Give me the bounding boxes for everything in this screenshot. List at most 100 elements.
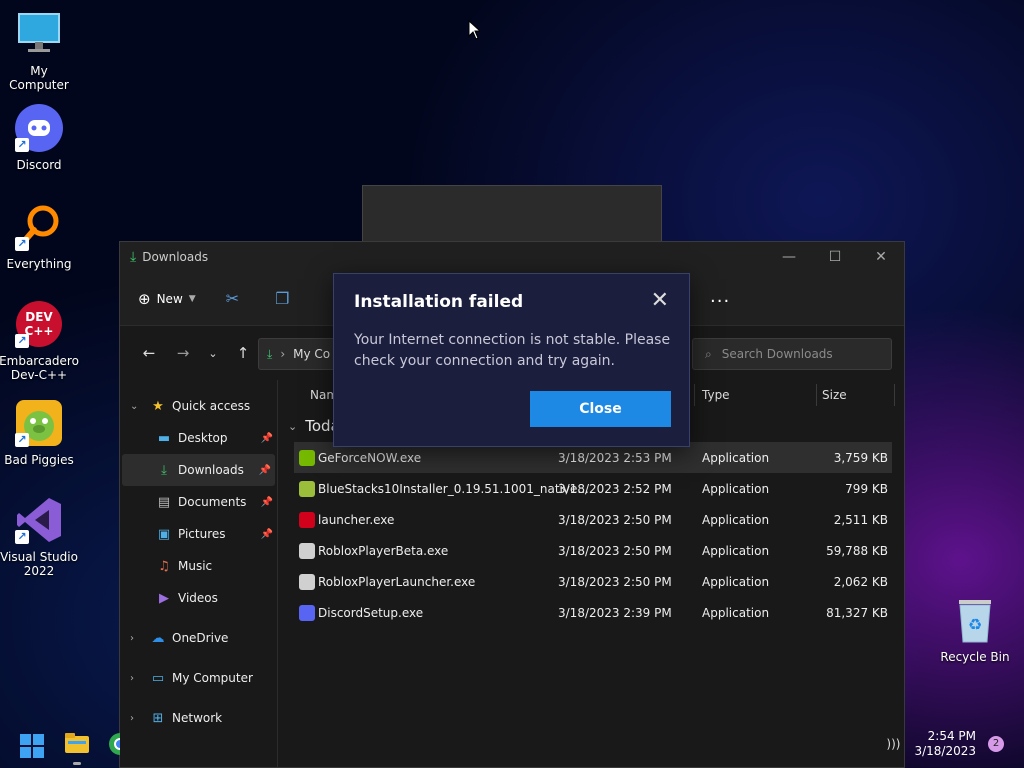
file-type: Application [702,605,770,620]
chevron-down-icon: ⌄ [288,419,298,433]
desktop-icon-everything[interactable]: ↗ Everything [0,203,79,271]
nav-item-quick-access[interactable]: ⌄ ★ Quick access [120,390,277,422]
file-row[interactable]: launcher.exe 3/18/2023 2:50 PM Application… [280,504,904,535]
file-date: 3/18/2023 2:52 PM [558,481,672,496]
search-placeholder: Search Downloads [721,347,833,361]
file-date: 3/18/2023 2:39 PM [558,605,672,620]
search-input[interactable]: ⌕ Search Downloads [692,338,892,370]
new-button-label: New [156,291,183,306]
devcpp-icon: DEV C++ ↗ [15,300,63,348]
back-arrow-icon[interactable]: ← [134,344,164,362]
close-icon[interactable]: ✕ [651,288,669,313]
title-bar[interactable]: ⤓ Downloads — ☐ ✕ [120,242,904,272]
recent-chevron-icon[interactable]: ⌄ [198,347,228,360]
shortcut-arrow-icon: ↗ [15,138,29,152]
nav-item-onedrive[interactable]: › ☁ OneDrive [120,622,277,654]
file-row[interactable]: RobloxPlayerLauncher.exe 3/18/2023 2:50 P… [280,566,904,597]
close-window-button[interactable]: ✕ [858,242,904,272]
nav-label: Videos [178,591,218,605]
desktop-icon-bad-piggies[interactable]: ↗ Bad Piggies [0,399,79,467]
file-size: 799 KB [845,481,888,496]
file-type: Application [702,450,770,465]
shortcut-arrow-icon: ↗ [15,530,29,544]
file-size: 59,788 KB [826,543,888,558]
chrome-icon[interactable] [108,732,120,756]
star-icon: ★ [152,398,164,414]
shortcut-arrow-icon: ↗ [15,334,29,348]
plus-circle-icon: ⊕ [138,289,151,308]
file-name: RobloxPlayerLauncher.exe [318,574,476,589]
file-explorer-taskbar-icon[interactable] [64,732,90,757]
svg-text:DEV: DEV [25,310,53,324]
desktop-icon-devcpp[interactable]: DEV C++ ↗ Embarcadero Dev-C++ [0,300,79,382]
more-options-icon[interactable]: ··· [710,291,730,312]
close-button[interactable]: Close [530,391,671,427]
music-icon: ♫ [158,558,170,574]
file-app-icon [299,605,315,621]
notification-badge[interactable]: 2 [988,736,1004,752]
video-icon: ▶ [159,590,169,606]
file-name: RobloxPlayerBeta.exe [318,543,449,558]
nav-item-downloads[interactable]: ⤓ Downloads 📌 [122,454,275,486]
desktop-folder-icon: ▬ [157,430,171,446]
clock[interactable]: 2:54 PM 3/18/2023 [914,729,976,759]
chevron-right-icon: › [130,672,134,684]
volume-icon[interactable]: ))) [886,737,900,751]
file-name: launcher.exe [318,512,395,527]
recycle-bin-icon: ♻ [951,596,999,644]
desktop-icon-recycle-bin[interactable]: ♻ Recycle Bin [935,596,1015,664]
desktop-icon-label: Discord [16,158,62,172]
file-app-icon [299,512,315,528]
magnifier-icon: ↗ [15,203,63,251]
nav-label: Desktop [178,431,228,445]
file-date: 3/18/2023 2:53 PM [558,450,672,465]
file-row[interactable]: DiscordSetup.exe 3/18/2023 2:39 PM Applica… [280,597,904,628]
nav-item-music[interactable]: ♫ Music [120,550,277,582]
minimize-button[interactable]: — [766,242,812,272]
column-size-header[interactable]: Size [822,388,847,402]
document-icon: ▤ [157,494,171,510]
nav-label: Pictures [178,527,226,541]
copy-icon[interactable]: ❐ [275,289,289,308]
forward-arrow-icon[interactable]: → [168,344,198,362]
chevron-down-icon: ▼ [188,293,196,304]
up-arrow-icon[interactable]: ↑ [228,344,258,362]
file-name: DiscordSetup.exe [318,605,424,620]
desktop-icon-label: Visual Studio 2022 [0,550,78,578]
file-row[interactable]: RobloxPlayerBeta.exe 3/18/2023 2:50 PM App… [280,535,904,566]
nav-item-videos[interactable]: ▶ Videos [120,582,277,614]
clock-date: 3/18/2023 [914,744,976,758]
column-type-header[interactable]: Type [702,388,730,402]
new-button[interactable]: ⊕ New ▼ [138,290,196,308]
maximize-button[interactable]: ☐ [812,242,858,272]
pin-icon: 📌 [260,528,273,540]
cut-icon[interactable]: ✂ [226,289,239,308]
mouse-cursor-icon [468,19,482,43]
clock-time: 2:54 PM [927,729,976,743]
desktop-icon-visual-studio[interactable]: ↗ Visual Studio 2022 [0,496,79,578]
pin-icon: 📌 [260,432,273,444]
nav-item-my-computer[interactable]: › ▭ My Computer [120,662,277,694]
dialog-message: Your Internet connection is not stable. … [354,332,671,369]
picture-icon: ▣ [157,526,171,542]
download-arrow-icon: ⤓ [161,462,167,478]
file-name: BlueStacks10Installer_0.19.51.1001_nativ… [318,481,589,496]
discord-icon: ↗ [15,104,63,152]
monitor-icon [15,10,63,58]
desktop-icon-discord[interactable]: ↗ Discord [0,104,79,172]
file-size: 3,759 KB [833,450,888,465]
nav-item-desktop[interactable]: ▬ Desktop 📌 [120,422,277,454]
nav-label: Music [178,559,213,573]
desktop-icon-label: Bad Piggies [4,453,74,467]
desktop-icon-my-computer[interactable]: My Computer [0,10,79,92]
file-app-icon [299,450,315,466]
system-tray: ))) 2:54 PM 3/18/2023 2 [886,720,1024,768]
file-name: GeForceNOW.exe [318,450,422,465]
file-type: Application [702,574,770,589]
windows-start-icon[interactable] [20,734,44,758]
nav-label: OneDrive [172,631,229,645]
nav-item-pictures[interactable]: ▣ Pictures 📌 [120,518,277,550]
file-app-icon [299,481,315,497]
nav-item-documents[interactable]: ▤ Documents 📌 [120,486,277,518]
file-row[interactable]: BlueStacks10Installer_0.19.51.1001_nativ… [280,473,904,504]
